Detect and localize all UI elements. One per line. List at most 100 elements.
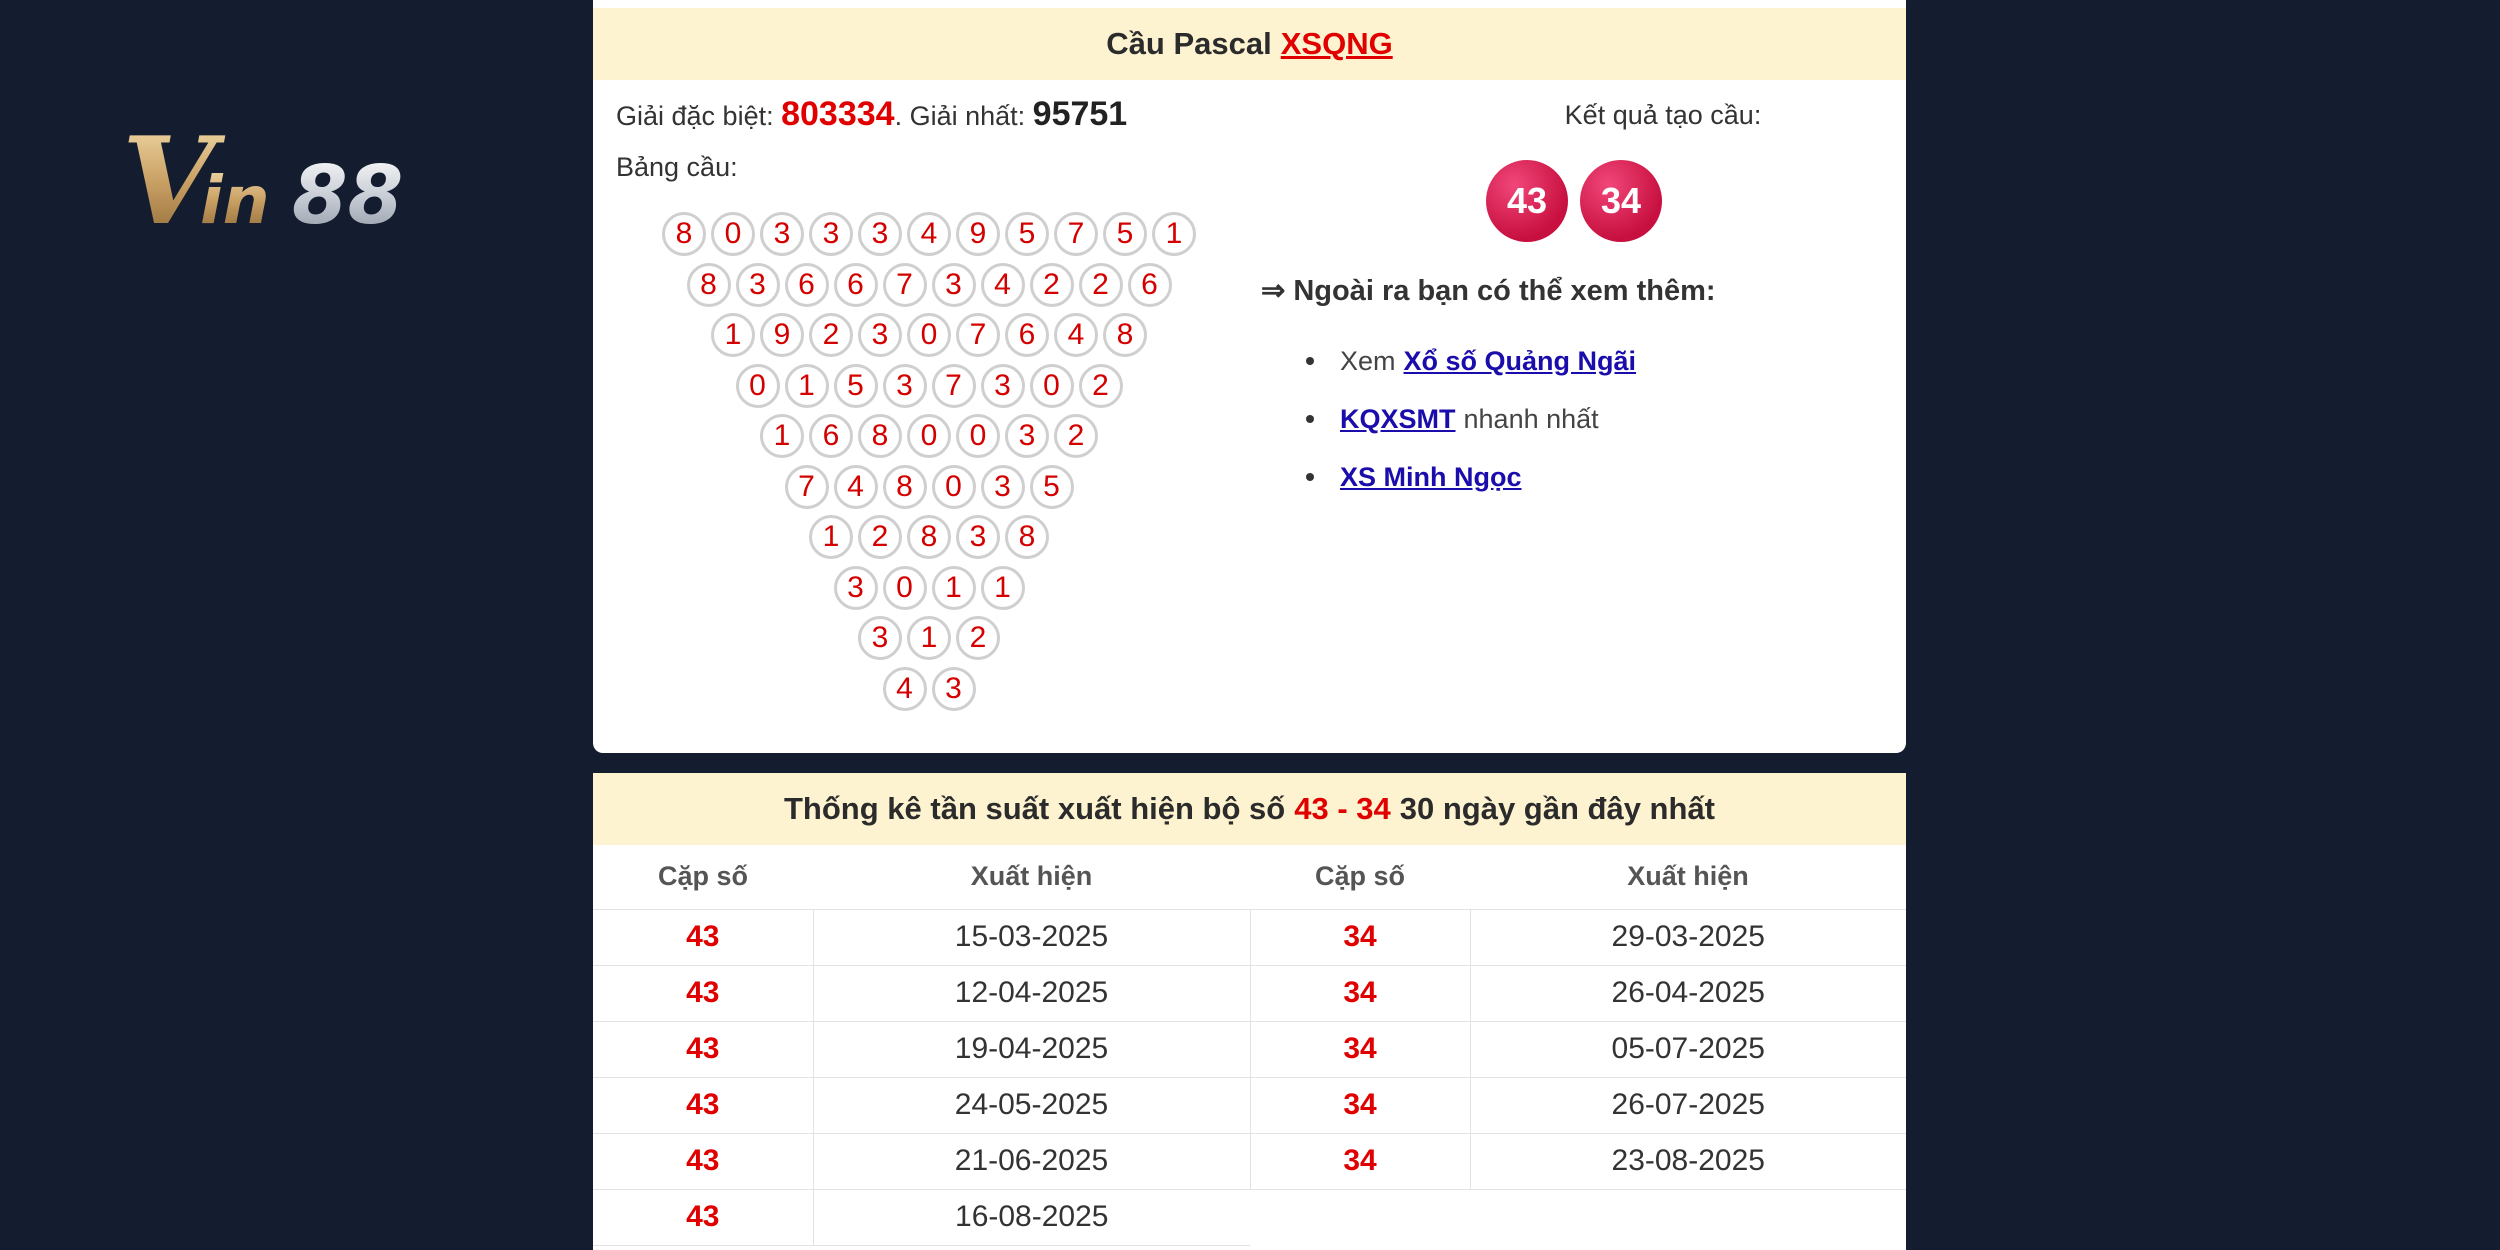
pascal-digit: 3	[760, 212, 804, 256]
date-cell: 26-07-2025	[1469, 1077, 1906, 1134]
pascal-digit: 3	[1005, 414, 1049, 458]
more-title: ⇒ Ngoài ra bạn có thể xem thêm:	[1261, 275, 1716, 307]
pascal-digit: 0	[956, 414, 1000, 458]
pascal-digit: 3	[980, 363, 1025, 408]
pascal-digit: 7	[956, 313, 1000, 357]
pascal-digit: 6	[1127, 262, 1172, 307]
xsqng-link[interactable]: XSQNG	[1281, 26, 1393, 62]
pair-cell: 43	[593, 1133, 813, 1190]
pair-cell: 43	[593, 909, 813, 966]
pascal-digit: 2	[1078, 363, 1123, 408]
result-ball: 43	[1486, 160, 1568, 242]
pair-cell: 43	[593, 965, 813, 1022]
pascal-digit: 1	[784, 363, 829, 408]
pascal-digit: 1	[931, 565, 976, 610]
pascal-digit: 4	[1054, 313, 1098, 357]
pascal-digit: 6	[784, 262, 829, 307]
table-row: 43 19-04-2025 34 05-07-2025	[593, 1021, 1906, 1078]
table-row: 43 21-06-2025 34 23-08-2025	[593, 1133, 1906, 1190]
table-row: 43 24-05-2025 34 26-07-2025	[593, 1077, 1906, 1134]
pascal-digit: 0	[931, 464, 976, 509]
result-ball: 34	[1580, 160, 1662, 242]
pascal-digit: 0	[882, 565, 927, 610]
pascal-digit: 0	[907, 414, 951, 458]
date-cell: 05-07-2025	[1469, 1021, 1906, 1078]
pair-cell: 43	[593, 1077, 813, 1134]
pascal-digit: 3	[858, 616, 902, 660]
xs-minh-ngoc-link[interactable]: XS Minh Ngọc	[1340, 462, 1522, 493]
vin88-logo[interactable]: V in 88	[122, 118, 482, 238]
pascal-digit: 6	[809, 414, 853, 458]
stats-header: Thống kê tần suất xuất hiện bộ số 43 - 3…	[593, 773, 1906, 845]
pascal-digit: 1	[980, 565, 1025, 610]
result-balls: 43 34	[1486, 160, 1662, 242]
pascal-digit: 7	[784, 464, 829, 509]
pascal-digit: 8	[686, 262, 731, 307]
pascal-digit: 6	[1005, 313, 1049, 357]
pascal-digit: 1	[760, 414, 804, 458]
pascal-digit: 5	[1005, 212, 1049, 256]
pascal-digit: 0	[907, 313, 951, 357]
pascal-digit: 5	[1103, 212, 1147, 256]
pascal-digit: 3	[858, 313, 902, 357]
pascal-digit: 3	[735, 262, 780, 307]
stats-title-pre: Thống kê tần suất xuất hiện bộ số	[784, 791, 1286, 826]
xo-so-quang-ngai-link[interactable]: Xổ số Quảng Ngãi	[1404, 346, 1637, 377]
pascal-digit: 3	[858, 212, 902, 256]
pascal-digit: 2	[956, 616, 1000, 660]
pair-cell: 34	[1249, 965, 1470, 1022]
pascal-digit: 8	[1005, 515, 1049, 559]
pascal-digit: 1	[809, 515, 853, 559]
pascal-digit: 4	[882, 666, 927, 711]
pair-cell: 43	[593, 1021, 813, 1078]
pair-cell: 34	[1249, 1077, 1470, 1134]
pascal-digit: 3	[833, 565, 878, 610]
date-cell: 23-08-2025	[1469, 1133, 1906, 1190]
table-row: 43 12-04-2025 34 26-04-2025	[593, 965, 1906, 1022]
pascal-digit: 2	[1054, 414, 1098, 458]
col-header-pair: Cặp số	[593, 845, 813, 910]
pascal-digit: 8	[858, 414, 902, 458]
col-header-date: Xuất hiện	[813, 845, 1250, 910]
col-header-date: Xuất hiện	[1470, 845, 1906, 910]
pascal-digit: 5	[833, 363, 878, 408]
pascal-digit: 6	[833, 262, 878, 307]
pascal-digit: 7	[931, 363, 976, 408]
pascal-digit: 8	[662, 212, 706, 256]
more-list: Xem Xổ số Quảng Ngãi KQXSMT nhanh nhất X…	[1306, 332, 1644, 506]
pascal-digit: 1	[1152, 212, 1196, 256]
pascal-digit: 0	[711, 212, 755, 256]
col-header-pair: Cặp số	[1250, 845, 1470, 910]
date-cell: 19-04-2025	[812, 1021, 1250, 1078]
result-label: Kết quả tạo cầu:	[1564, 100, 1762, 130]
pascal-digit: 8	[882, 464, 927, 509]
pascal-digit: 7	[1054, 212, 1098, 256]
pascal-digit: 8	[1103, 313, 1147, 357]
pair-cell: 43	[593, 1189, 813, 1246]
table-row: 43 16-08-2025	[593, 1189, 1906, 1246]
pascal-digit: 3	[931, 262, 976, 307]
list-item: KQXSMT nhanh nhất	[1306, 390, 1644, 448]
pascal-digit: 3	[956, 515, 1000, 559]
pascal-digit: 4	[980, 262, 1025, 307]
list-item: Xem Xổ số Quảng Ngãi	[1306, 332, 1644, 390]
kqxsmt-link[interactable]: KQXSMT	[1340, 404, 1456, 435]
date-cell: 26-04-2025	[1469, 965, 1906, 1022]
date-cell: 29-03-2025	[1469, 909, 1906, 966]
pair-cell: 34	[1249, 909, 1470, 966]
pascal-digit: 3	[931, 666, 976, 711]
pair-cell: 34	[1249, 1133, 1470, 1190]
pair-cell: 34	[1249, 1021, 1470, 1078]
pascal-digit: 2	[858, 515, 902, 559]
pascal-digit: 8	[907, 515, 951, 559]
table-header-row: Cặp số Xuất hiện Cặp số Xuất hiện	[593, 845, 1906, 910]
pascal-digit: 3	[809, 212, 853, 256]
stats-title-post: 30 ngày gần đây nhất	[1399, 791, 1715, 826]
table-row: 43 15-03-2025 34 29-03-2025	[593, 909, 1906, 966]
date-cell: 21-06-2025	[812, 1133, 1250, 1190]
pascal-pyramid: 8033349575183667342261923076480153730216…	[593, 0, 1293, 740]
vin88-logo-graphic: V in 88	[122, 118, 403, 238]
stats-table: Cặp số Xuất hiện Cặp số Xuất hiện 43 15-0…	[593, 845, 1906, 1246]
pascal-digit: 2	[1078, 262, 1123, 307]
pascal-digit: 1	[711, 313, 755, 357]
